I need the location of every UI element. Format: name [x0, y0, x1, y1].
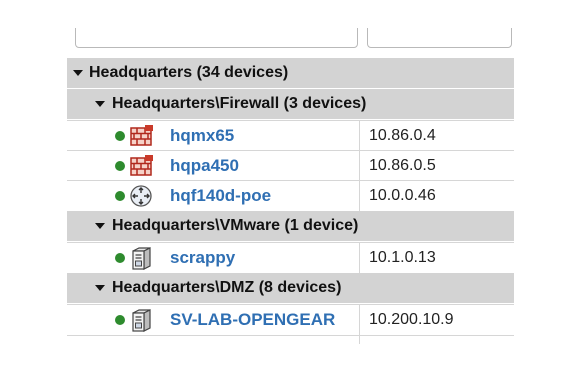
- device-ip: 10.200.10.9: [369, 311, 454, 328]
- group-label: Headquarters\DMZ (8 devices): [112, 279, 342, 296]
- group-headquarters[interactable]: Headquarters (34 devices): [67, 58, 514, 89]
- device-name-cell: hqf140d-poe: [67, 181, 360, 211]
- device-row: hqpa450 10.86.0.5: [67, 150, 514, 181]
- device-name-cell: [67, 336, 360, 344]
- status-up-icon: [115, 191, 125, 201]
- device-link[interactable]: hqmx65: [170, 126, 234, 146]
- filter-bar: [67, 28, 514, 56]
- device-name-cell: hqpa450: [67, 151, 360, 181]
- server-icon: [129, 246, 155, 270]
- device-link[interactable]: scrappy: [170, 248, 235, 268]
- device-row-partial: [67, 335, 514, 344]
- group-label: Headquarters\VMware (1 device): [112, 217, 359, 234]
- name-filter-input[interactable]: [75, 28, 358, 48]
- collapse-triangle-icon[interactable]: [73, 70, 83, 76]
- firewall-icon: [129, 124, 155, 148]
- status-up-icon: [115, 253, 125, 263]
- device-name-cell: scrappy: [67, 243, 360, 273]
- device-name-cell: hqmx65: [67, 121, 360, 151]
- group-vmware[interactable]: Headquarters\VMware (1 device): [67, 211, 514, 242]
- device-row: hqmx65 10.86.0.4: [67, 120, 514, 151]
- collapse-triangle-icon[interactable]: [95, 285, 105, 291]
- device-row: SV-LAB-OPENGEAR 10.200.10.9: [67, 304, 514, 335]
- group-label: Headquarters (34 devices): [89, 64, 289, 81]
- group-dmz[interactable]: Headquarters\DMZ (8 devices): [67, 273, 514, 304]
- device-row: hqf140d-poe 10.0.0.46: [67, 180, 514, 211]
- group-firewall[interactable]: Headquarters\Firewall (3 devices): [67, 89, 514, 120]
- device-ip: 10.86.0.4: [369, 127, 436, 144]
- status-up-icon: [115, 131, 125, 141]
- server-icon: [129, 308, 155, 332]
- ip-filter-input[interactable]: [367, 28, 512, 48]
- status-up-icon: [115, 161, 125, 171]
- device-tree-panel: Headquarters (34 devices) Headquarters\F…: [67, 28, 514, 344]
- device-ip: 10.0.0.46: [369, 187, 436, 204]
- device-name-cell: SV-LAB-OPENGEAR: [67, 305, 360, 335]
- device-link[interactable]: SV-LAB-OPENGEAR: [170, 310, 335, 330]
- status-up-icon: [115, 315, 125, 325]
- device-ip: 10.1.0.13: [369, 249, 436, 266]
- device-row: scrappy 10.1.0.13: [67, 242, 514, 273]
- collapse-triangle-icon[interactable]: [95, 223, 105, 229]
- collapse-triangle-icon[interactable]: [95, 101, 105, 107]
- device-ip: 10.86.0.5: [369, 157, 436, 174]
- device-link[interactable]: hqpa450: [170, 156, 239, 176]
- router-icon: [129, 184, 155, 208]
- firewall-icon: [129, 154, 155, 178]
- group-label: Headquarters\Firewall (3 devices): [112, 95, 367, 112]
- device-link[interactable]: hqf140d-poe: [170, 186, 271, 206]
